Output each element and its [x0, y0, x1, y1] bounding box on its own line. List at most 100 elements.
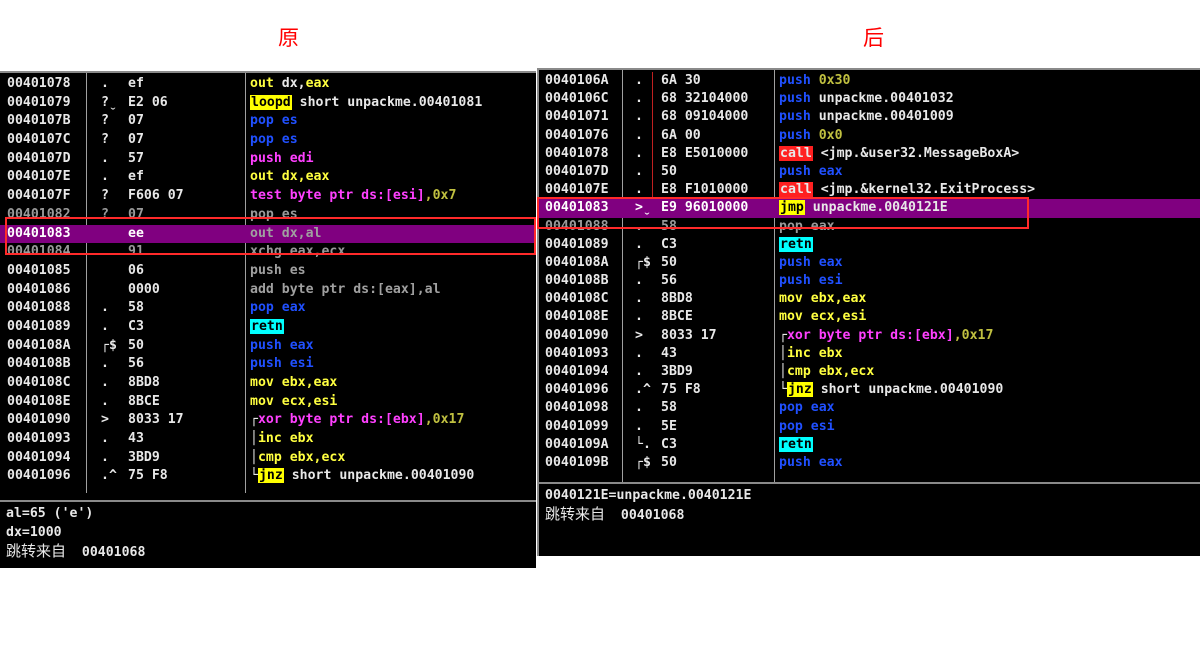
disasm-row[interactable]: 00401089. C3 retn — [539, 236, 1200, 254]
marker-cell: . — [101, 449, 109, 465]
jump-from-label: 跳转来自 — [6, 542, 67, 560]
instruction-cell: xchg eax,ecx — [250, 243, 345, 262]
disasm-row[interactable]: 00401088. 58 pop eax — [539, 218, 1200, 236]
disasm-row[interactable]: 00401088. 58 pop eax — [0, 299, 536, 318]
address-cell: 00401071 — [545, 109, 609, 125]
address-cell: 00401083 — [545, 200, 609, 216]
hex-cell: 43 — [661, 345, 677, 361]
address-cell: 00401094 — [7, 449, 71, 465]
disasm-row[interactable]: 00401093. 43 │inc ebx — [539, 345, 1200, 363]
disasm-row[interactable]: 00401078. E8 E5010000 call <jmp.&user32.Me… — [539, 145, 1200, 163]
instruction-token: │ — [250, 431, 258, 447]
hex-cell: 68 09104000 — [661, 109, 749, 125]
disasm-row[interactable]: 00401078. ef out dx,eax — [0, 75, 536, 94]
disasm-pane-after[interactable]: 0040106A. 6A 30 push 0x30 0040106C. 68 32104… — [537, 68, 1200, 556]
hex-cell: 8BD8 — [128, 375, 160, 390]
address-cell: 0040107E — [7, 169, 71, 185]
disasm-row[interactable]: 0040106C. 68 32104000 push unpackme.004010… — [539, 90, 1200, 108]
disasm-row[interactable]: 0040108C. 8BD8 mov ebx,eax — [539, 290, 1200, 308]
instruction-token: unpackme.00401032 — [818, 91, 954, 107]
disasm-row[interactable]: 0040107E. E8 F1010000 call <jmp.&kernel32.… — [539, 181, 1200, 199]
disasm-row[interactable]: 0040109A └. C3 retn — [539, 436, 1200, 454]
disasm-row[interactable]: 0040106A. 6A 30 push 0x30 — [539, 72, 1200, 90]
disasm-row[interactable]: 0040108A ┌$ 50 push eax — [539, 254, 1200, 272]
hex-cell: 91 — [128, 244, 144, 260]
disasm-row[interactable]: 0040107D. 50 push eax — [539, 163, 1200, 181]
instruction-token: 0x30 — [818, 73, 851, 88]
disasm-pane-original[interactable]: 00401078. ef out dx,eax 00401079 ?ˬ E2 06 loop… — [0, 71, 536, 568]
disasm-row[interactable]: 00401083 >ˬ E9 96010000 jmp unpackme.004012… — [539, 199, 1200, 218]
instruction-token: loopd — [250, 94, 292, 110]
hex-cell: 58 — [661, 400, 677, 416]
disasm-row[interactable]: 00401083 ee out dx,al — [0, 224, 536, 244]
disasm-row[interactable]: 0040108E. 8BCE mov ecx,esi — [539, 308, 1200, 326]
instruction-cell: loopd short unpackme.00401081 — [250, 94, 482, 113]
instruction-token: inc ebx — [786, 345, 843, 361]
address-cell: 00401078 — [7, 76, 71, 91]
marker-cell: .^ — [101, 468, 117, 484]
address-cell: 00401079 — [7, 94, 71, 110]
disasm-row[interactable]: 00401079 ?ˬ E2 06 loopd short unpackme.0040… — [0, 94, 536, 113]
disasm-row[interactable]: 00401086 0000 add byte ptr ds:[eax],al — [0, 281, 536, 300]
marker-cell: ? — [101, 132, 109, 148]
disasm-row[interactable]: 00401098. 58 pop eax — [539, 399, 1200, 417]
address-cell: 00401089 — [7, 318, 71, 334]
disasm-row[interactable]: 0040109B ┌$ 50 push eax — [539, 454, 1200, 472]
disasm-row[interactable]: 00401096 .^ 75 F8 └jnz short unpackme.00401… — [539, 381, 1200, 399]
disasm-row[interactable]: 0040108C. 8BD8 mov ebx,eax — [0, 374, 536, 393]
disasm-row[interactable]: 00401090 >8033 17 ┌xor byte ptr ds:[ebx],0… — [0, 411, 536, 430]
instruction-cell: pop es — [250, 112, 298, 131]
marker-cell: . — [635, 145, 643, 161]
address-cell: 00401093 — [545, 345, 609, 361]
disasm-row[interactable]: 00401089. C3 retn — [0, 318, 536, 337]
address-cell: 00401088 — [7, 300, 71, 316]
instruction-cell: mov ecx,esi — [779, 308, 866, 326]
instruction-token: short unpackme.00401081 — [291, 94, 483, 110]
disasm-row[interactable]: 0040108B. 56 push esi — [539, 272, 1200, 290]
address-cell: 0040107F — [7, 188, 71, 204]
disasm-row[interactable]: 00401076. 6A 00 push 0x0 — [539, 127, 1200, 145]
hex-cell: E8 F1010000 — [661, 182, 749, 198]
disasm-row[interactable]: 0040107C? 07 pop es — [0, 131, 536, 150]
marker-cell: ? — [101, 188, 109, 204]
jump-from-address: 00401068 — [620, 508, 685, 523]
instruction-token: ,0x17 — [953, 327, 994, 343]
disasm-row[interactable]: 00401093. 43 │inc ebx — [0, 430, 536, 449]
disasm-row[interactable]: 0040107F? F606 07 test byte ptr ds:[esi],0… — [0, 187, 536, 206]
address-cell: 00401084 — [7, 244, 71, 260]
instruction-cell: pop eax — [779, 218, 835, 236]
info-panel: al=65 ('e') dx=1000 跳转来自 00401068 — [0, 500, 536, 564]
disasm-row[interactable]: 00401094. 3BD9 │cmp ebx,ecx — [0, 449, 536, 468]
marker-cell: . — [101, 76, 109, 91]
disasm-row[interactable]: 00401071. 68 09104000 push unpackme.004010… — [539, 108, 1200, 126]
marker-cell: ? — [101, 206, 109, 222]
disasm-row[interactable]: 00401099. 5E pop esi — [539, 418, 1200, 436]
disasm-row[interactable]: 00401090 >8033 17 ┌xor byte ptr ds:[ebx],0… — [539, 327, 1200, 345]
instruction-cell: out dx,al — [250, 225, 321, 244]
instruction-cell: │inc ebx — [779, 345, 843, 363]
marker-cell: . — [101, 375, 109, 390]
marker-cell: . — [101, 169, 109, 185]
marker-cell: . — [635, 127, 643, 143]
disasm-row[interactable]: 0040108A ┌$ 50 push eax — [0, 337, 536, 356]
disasm-row[interactable]: 00401085 06 push es — [0, 262, 536, 281]
disasm-row[interactable]: 0040107D. 57 push edi — [0, 150, 536, 169]
instruction-cell: │cmp ebx,ecx — [779, 363, 874, 381]
hex-cell: C3 — [661, 236, 677, 252]
disasm-row[interactable]: 00401094. 3BD9 │cmp ebx,ecx — [539, 363, 1200, 381]
disasm-row[interactable]: 0040107E. ef out dx,eax — [0, 168, 536, 187]
instruction-token: pop es — [250, 113, 298, 129]
hex-cell: 43 — [128, 431, 144, 447]
disasm-row[interactable]: 0040107B? 07 pop es — [0, 112, 536, 131]
instruction-token: , — [297, 76, 306, 91]
instruction-token: │ — [779, 345, 787, 361]
instruction-token: mov ebx,eax — [779, 291, 867, 307]
disasm-row[interactable]: 00401082? 07 pop es — [0, 206, 536, 225]
disasm-row[interactable]: 0040108B. 56 push esi — [0, 355, 536, 374]
disasm-row[interactable]: 00401096 .^ 75 F8 └jnz short unpackme.00401… — [0, 467, 536, 486]
instruction-cell: out dx,eax — [250, 168, 329, 187]
marker-cell: . — [635, 236, 643, 252]
disasm-row[interactable]: 00401084 91 xchg eax,ecx — [0, 243, 536, 262]
instruction-token: push — [779, 109, 819, 125]
disasm-row[interactable]: 0040108E. 8BCE mov ecx,esi — [0, 393, 536, 412]
